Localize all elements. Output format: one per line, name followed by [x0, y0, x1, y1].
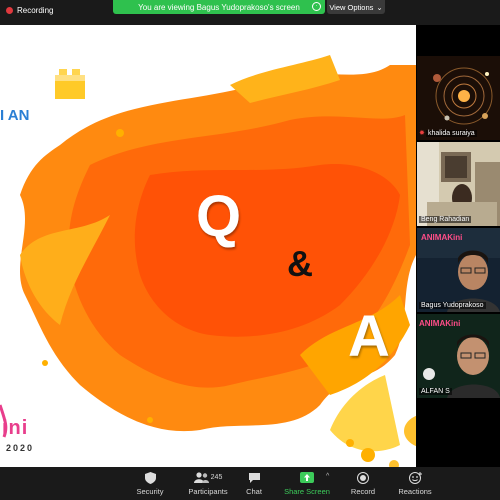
chat-label: Chat [246, 486, 262, 496]
participant-name: khalida suraiya [426, 130, 477, 137]
participant-name: ALFAN S [419, 388, 452, 395]
participant-video-tile[interactable]: Beng Rahadian [417, 142, 500, 226]
record-label: Record [350, 486, 376, 496]
shared-screen: I AN Q & A ini 2020 [0, 25, 416, 467]
participant-name: Bagus Yudoprakoso [419, 302, 486, 309]
participant-video-tile[interactable]: ✸ khalida suraiya [417, 56, 500, 140]
record-button[interactable]: Record [346, 467, 380, 500]
participants-label: Participants [188, 486, 228, 496]
brand-year-fragment: 2020 [6, 443, 35, 453]
record-icon [357, 471, 369, 484]
info-icon[interactable]: · [312, 2, 321, 11]
slide-a-letter: A [348, 304, 390, 369]
reactions-label: Reactions [398, 486, 432, 496]
participant-video: ANIMAKini [417, 228, 500, 312]
participant-video: ANIMAKini [417, 314, 500, 398]
recording-dot-icon [6, 7, 13, 14]
meeting-toolbar: Security 245 Participants Chat Share Scr… [0, 467, 500, 500]
slide-q-letter: Q [196, 184, 242, 249]
share-screen-icon [300, 471, 314, 484]
share-options-caret-icon[interactable]: ^ [326, 473, 329, 480]
recording-indicator[interactable]: Recording [6, 6, 53, 15]
participants-button[interactable]: 245 Participants [177, 467, 239, 500]
svg-text:ANIMAKini: ANIMAKini [419, 319, 460, 328]
participants-icon [193, 472, 209, 483]
participant-video [417, 56, 500, 140]
slide-left-text: I AN [0, 107, 30, 124]
emoji-icon [408, 471, 422, 484]
recording-label: Recording [17, 6, 54, 15]
participant-gallery: ✸ khalida suraiya Beng Rahadian ANIMAKin… [416, 25, 500, 467]
chevron-down-icon: ⌄ [376, 2, 383, 12]
participants-icon-row: 245 [193, 472, 223, 484]
shield-icon [144, 471, 156, 484]
share-screen-label: Share Screen [284, 486, 330, 496]
viewing-screen-text: You are viewing Bagus Yudoprakoso's scre… [138, 2, 300, 12]
view-options-button[interactable]: View Options ⌄ [327, 0, 385, 14]
view-options-label: View Options [329, 2, 374, 12]
chat-button[interactable]: Chat [240, 467, 268, 500]
participant-status-icon: ✸ [419, 130, 425, 137]
security-label: Security [136, 486, 164, 496]
chat-icon [248, 472, 261, 484]
participant-name: Beng Rahadian [419, 216, 472, 223]
participant-video-tile[interactable]: ANIMAKini ALFAN S [417, 314, 500, 398]
viewing-screen-banner: You are viewing Bagus Yudoprakoso's scre… [113, 0, 325, 14]
reactions-button[interactable]: Reactions [394, 467, 436, 500]
participant-video [417, 142, 500, 226]
brand-logo-fragment: ini [2, 417, 29, 439]
share-screen-button[interactable]: Share Screen [280, 467, 334, 500]
slide-ampersand: & [287, 243, 313, 284]
svg-text:ANIMAKini: ANIMAKini [421, 233, 462, 242]
participants-count: 245 [210, 474, 223, 481]
security-button[interactable]: Security [132, 467, 168, 500]
participant-video-tile[interactable]: ANIMAKini Bagus Yudoprakoso [417, 228, 500, 312]
top-bar: Recording You are viewing Bagus Yudoprak… [0, 0, 500, 25]
